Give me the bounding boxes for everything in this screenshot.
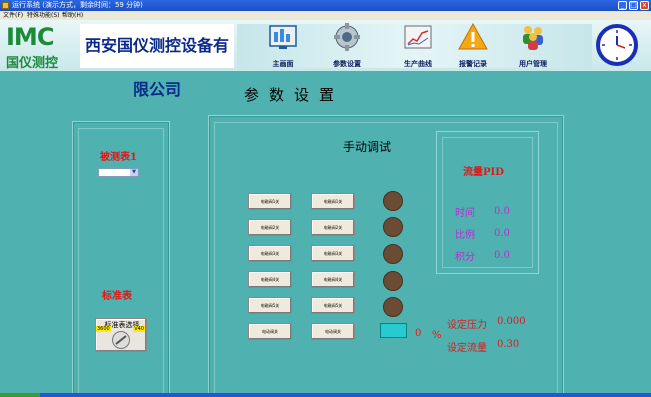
header-banner: IMC 国仪测控 西安国仪测控设备有限公司 主画面 参数设置 生产曲线 报警记录… <box>0 20 651 99</box>
tag-left: 3600 <box>96 326 111 332</box>
nav-parameter-settings[interactable]: 参数设置 <box>322 23 372 68</box>
standard-meter-select-button[interactable]: 标准表选择 3600 V40 <box>95 318 147 352</box>
nav-label: 生产曲线 <box>404 60 432 68</box>
chart-icon <box>404 25 432 49</box>
valve-3-close-button[interactable]: 电磁阀3关 <box>311 245 355 262</box>
pid-time-value: 0.0 <box>494 206 510 217</box>
pid-integral-value: 0.0 <box>494 250 510 261</box>
motor-valve-button[interactable]: 电动阀关 <box>248 323 292 340</box>
app-icon <box>2 2 9 9</box>
nav-alarm-records[interactable]: 报警记录 <box>448 23 498 68</box>
gear-icon <box>334 23 360 51</box>
users-icon <box>523 26 543 50</box>
set-flow-value: 0.30 <box>497 339 520 350</box>
page-title: 参数设置 <box>244 86 345 104</box>
taskbar <box>0 393 651 397</box>
nav-main-screen[interactable]: 主画面 <box>258 23 308 68</box>
opening-value: 0 <box>415 328 422 339</box>
opening-unit: % <box>432 330 442 341</box>
company-logo: IMC 国仪测控 <box>6 23 59 71</box>
status-lamp <box>383 271 403 291</box>
pid-proportional-label: 比例 <box>455 230 475 241</box>
chevron-down-icon: ▼ <box>130 169 138 176</box>
valve-2-close-button[interactable]: 电磁阀2关 <box>311 219 355 236</box>
manual-debug-title: 手动调试 <box>343 140 392 154</box>
menu-special[interactable]: 特殊功能(S) <box>27 11 60 20</box>
status-lamp <box>383 217 403 237</box>
valve-3-button[interactable]: 电磁阀3关 <box>248 245 292 262</box>
status-lamp <box>383 244 403 264</box>
app-window: 运行系统 (演示方式，剩余时间：59 分钟) _ □ x 文件(F) 特殊功能(… <box>0 0 651 397</box>
nav-production-curve[interactable]: 生产曲线 <box>393 23 443 68</box>
nav-label: 主画面 <box>272 60 294 68</box>
set-flow-label: 设定流量 <box>447 343 487 354</box>
monitor-icon <box>269 25 297 49</box>
valve-4-close-button[interactable]: 电磁阀4关 <box>311 271 355 288</box>
valve-5-close-button[interactable]: 电磁阀5关 <box>311 297 355 314</box>
nav-label: 用户管理 <box>519 60 547 68</box>
valve-5-button[interactable]: 电磁阀5关 <box>248 297 292 314</box>
set-pressure-value: 0.000 <box>497 316 526 327</box>
set-pressure-label: 设定压力 <box>447 320 487 331</box>
valve-1-button[interactable]: 电磁阀1关 <box>248 193 292 210</box>
valve-2-button[interactable]: 电磁阀2关 <box>248 219 292 236</box>
pid-title: 流量PID <box>463 167 504 178</box>
warning-icon <box>458 23 488 50</box>
switch-knob-icon <box>112 331 130 349</box>
start-button[interactable] <box>0 393 40 397</box>
valve-1-close-button[interactable]: 电磁阀1关 <box>311 193 355 210</box>
status-lamp <box>383 191 403 211</box>
menu-help[interactable]: 帮助(H) <box>62 11 83 20</box>
menu-bar: 文件(F) 特殊功能(S) 帮助(H) <box>0 11 651 20</box>
motor-valve-close-button[interactable]: 电动阀关 <box>311 323 355 340</box>
pid-proportional-value: 0.0 <box>494 228 510 239</box>
company-name: 西安国仪测控设备有限公司 <box>80 24 234 99</box>
close-button[interactable]: x <box>640 1 649 10</box>
pid-integral-label: 积分 <box>455 252 475 263</box>
tag-right: V40 <box>133 326 145 332</box>
nav-label: 参数设置 <box>333 60 361 68</box>
standard-meter-label: 标准表 <box>102 291 132 302</box>
pid-time-label: 时间 <box>455 208 475 219</box>
menu-file[interactable]: 文件(F) <box>3 11 23 20</box>
window-title: 运行系统 (演示方式，剩余时间：59 分钟) <box>12 1 143 9</box>
nav-label: 报警记录 <box>459 60 487 68</box>
title-bar: 运行系统 (演示方式，剩余时间：59 分钟) _ □ x <box>0 0 651 11</box>
valve-4-button[interactable]: 电磁阀4关 <box>248 271 292 288</box>
nav-user-management[interactable]: 用户管理 <box>508 23 558 68</box>
status-lamp <box>383 297 403 317</box>
valve-opening-meter <box>380 323 407 338</box>
minimize-button[interactable]: _ <box>618 1 627 10</box>
meter-label: 被测表1 <box>100 152 137 163</box>
meter-select[interactable]: ▼ <box>98 168 139 177</box>
clock-icon <box>596 24 638 66</box>
maximize-button[interactable]: □ <box>629 1 638 10</box>
